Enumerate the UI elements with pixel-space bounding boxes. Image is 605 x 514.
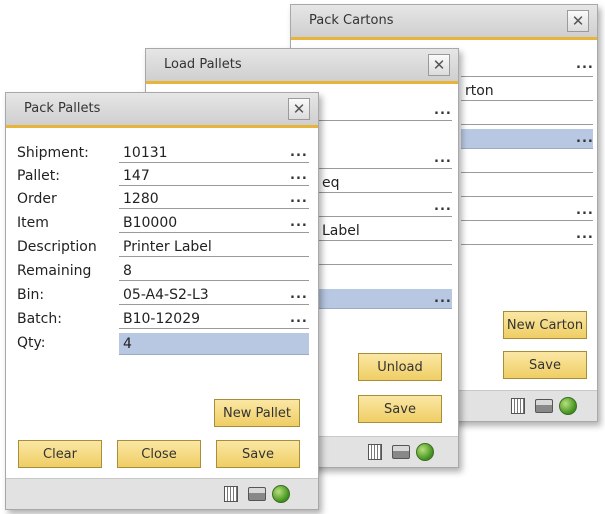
- qty-label: Qty:: [17, 335, 46, 351]
- field-value[interactable]: rton: [461, 81, 593, 101]
- description-label: Description: [17, 239, 97, 255]
- field-value[interactable]: [318, 101, 452, 121]
- status-ok-icon: [416, 443, 434, 461]
- order-label: Order: [17, 191, 57, 207]
- field-value[interactable]: [461, 153, 593, 173]
- field-value[interactable]: [461, 57, 593, 77]
- calculator-icon[interactable]: [224, 486, 238, 502]
- remaining-label: Remaining: [17, 263, 92, 279]
- shipment-field[interactable]: 10131: [119, 143, 309, 163]
- printer-icon[interactable]: [248, 487, 266, 501]
- save-button[interactable]: Save: [358, 395, 442, 423]
- pallet-label: Pallet:: [17, 168, 60, 184]
- field-value[interactable]: [461, 177, 593, 197]
- printer-icon[interactable]: [535, 399, 553, 413]
- description-field[interactable]: Printer Label: [119, 237, 309, 257]
- order-field[interactable]: 1280: [119, 189, 309, 209]
- lookup-button[interactable]: ...: [576, 227, 594, 242]
- pallet-field[interactable]: 147: [119, 166, 309, 186]
- pack-pallets-window: Pack Pallets ✕ Shipment: 10131 ... Palle…: [5, 92, 319, 510]
- status-ok-icon: [559, 397, 577, 415]
- order-value: 1280: [123, 191, 159, 207]
- item-field[interactable]: B10000: [119, 213, 309, 233]
- status-bar: [6, 478, 318, 509]
- field-value[interactable]: eq: [318, 173, 452, 193]
- new-carton-button[interactable]: New Carton: [503, 311, 587, 339]
- field-value[interactable]: [318, 245, 452, 265]
- field-value-text: eq: [322, 175, 340, 191]
- field-value[interactable]: [318, 149, 452, 169]
- field-value-text: Label: [322, 223, 360, 239]
- pack-cartons-titlebar: Pack Cartons ✕: [291, 5, 597, 40]
- new-pallet-button[interactable]: New Pallet: [214, 399, 300, 427]
- lookup-button[interactable]: ...: [576, 203, 594, 218]
- description-value: Printer Label: [123, 239, 212, 255]
- pack-pallets-title: Pack Pallets: [24, 101, 101, 116]
- field-value-highlighted[interactable]: [461, 129, 593, 149]
- save-button[interactable]: Save: [216, 440, 300, 468]
- pack-pallets-titlebar: Pack Pallets ✕: [6, 93, 318, 128]
- pack-pallets-close-button[interactable]: ✕: [288, 98, 310, 120]
- lookup-button[interactable]: ...: [434, 103, 452, 118]
- shipment-value: 10131: [123, 145, 168, 161]
- order-lookup-button[interactable]: ...: [290, 191, 308, 206]
- bin-value: 05-A4-S2-L3: [123, 287, 209, 303]
- field-value-highlighted[interactable]: [318, 289, 452, 309]
- item-label: Item: [17, 215, 49, 231]
- batch-value: B10-12029: [123, 311, 201, 327]
- batch-field[interactable]: B10-12029: [119, 309, 309, 329]
- calculator-icon[interactable]: [368, 444, 382, 460]
- field-value[interactable]: Label: [318, 221, 452, 241]
- pallet-value: 147: [123, 168, 150, 184]
- printer-icon[interactable]: [392, 445, 410, 459]
- field-value[interactable]: [461, 105, 593, 125]
- remaining-field[interactable]: 8: [119, 261, 309, 281]
- item-lookup-button[interactable]: ...: [290, 215, 308, 230]
- pack-cartons-close-button[interactable]: ✕: [567, 10, 589, 32]
- close-button[interactable]: Close: [117, 440, 201, 468]
- field-value[interactable]: [318, 197, 452, 217]
- load-pallets-title: Load Pallets: [164, 57, 242, 72]
- lookup-button[interactable]: ...: [576, 131, 594, 146]
- bin-lookup-button[interactable]: ...: [290, 287, 308, 302]
- bin-label: Bin:: [17, 287, 45, 303]
- item-value: B10000: [123, 215, 178, 231]
- load-pallets-titlebar: Load Pallets ✕: [146, 49, 458, 84]
- status-ok-icon: [272, 485, 290, 503]
- field-value[interactable]: [461, 225, 593, 245]
- save-button[interactable]: Save: [503, 351, 587, 379]
- calculator-icon[interactable]: [511, 398, 525, 414]
- batch-label: Batch:: [17, 311, 62, 327]
- shipment-label: Shipment:: [17, 145, 89, 161]
- clear-button[interactable]: Clear: [18, 440, 102, 468]
- batch-lookup-button[interactable]: ...: [290, 311, 308, 326]
- lookup-button[interactable]: ...: [434, 199, 452, 214]
- bin-field[interactable]: 05-A4-S2-L3: [119, 285, 309, 305]
- remaining-value: 8: [123, 263, 132, 279]
- field-value-text: rton: [465, 83, 494, 99]
- qty-input[interactable]: 4: [119, 333, 309, 355]
- pallet-lookup-button[interactable]: ...: [290, 168, 308, 183]
- qty-value: 4: [123, 336, 132, 352]
- unload-button[interactable]: Unload: [358, 353, 442, 381]
- lookup-button[interactable]: ...: [434, 291, 452, 306]
- field-value[interactable]: [461, 201, 593, 221]
- shipment-lookup-button[interactable]: ...: [290, 145, 308, 160]
- pack-cartons-title: Pack Cartons: [309, 13, 394, 28]
- load-pallets-close-button[interactable]: ✕: [428, 54, 450, 76]
- lookup-button[interactable]: ...: [434, 151, 452, 166]
